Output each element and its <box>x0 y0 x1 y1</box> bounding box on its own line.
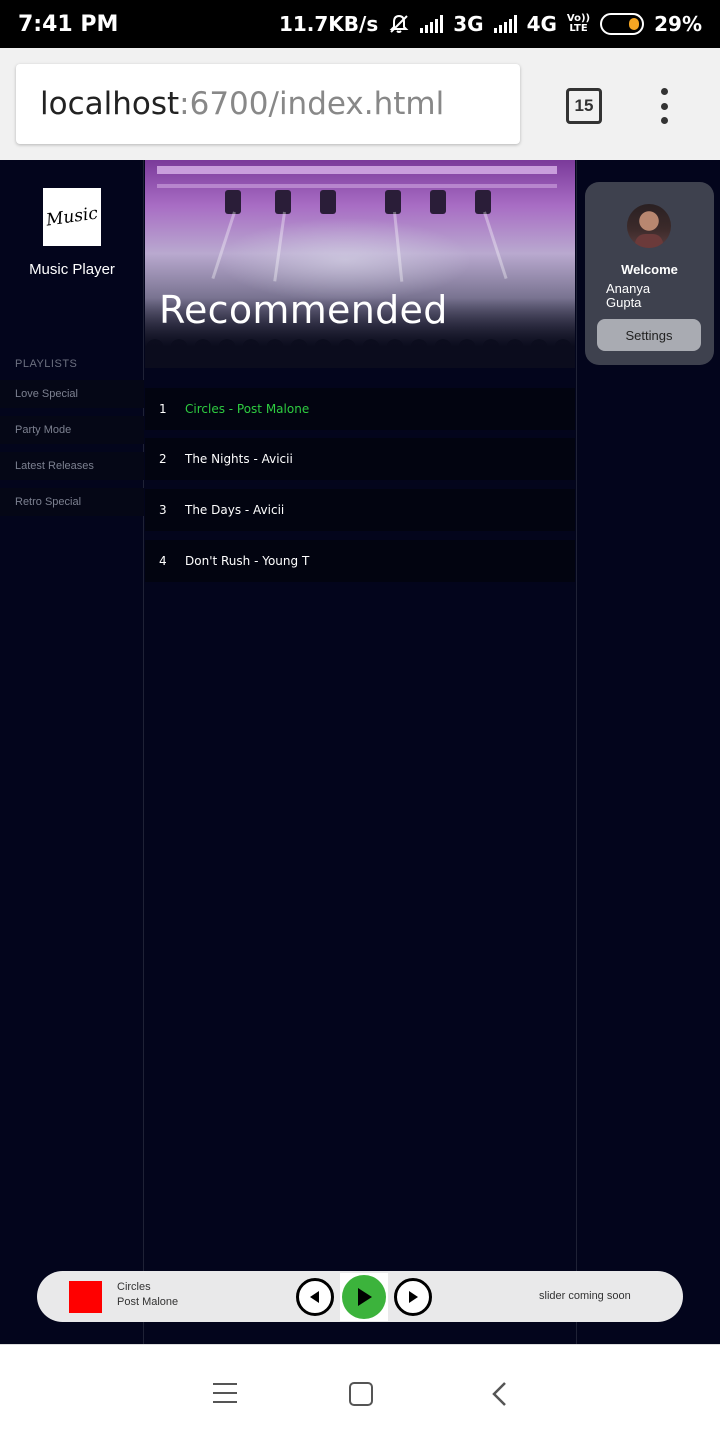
stage-light <box>430 190 446 214</box>
light-beam <box>483 211 508 280</box>
signal-icon <box>420 15 444 33</box>
url-host: localhost <box>40 86 180 122</box>
tabs-icon[interactable]: 15 <box>566 88 602 124</box>
user-last-name: Gupta <box>606 295 642 310</box>
track-title: The Days - Avicii <box>185 503 285 517</box>
slider-placeholder: slider coming soon <box>539 1290 631 1302</box>
next-button[interactable] <box>394 1278 432 1316</box>
play-icon <box>358 1288 372 1306</box>
back-icon[interactable] <box>490 1381 510 1407</box>
battery-percent: 29% <box>654 12 702 36</box>
network-type-1: 3G <box>453 12 484 36</box>
main-content: Recommended 1 Circles - Post Malone 2 Th… <box>145 160 575 1344</box>
stage-truss <box>157 166 557 174</box>
stage-light <box>275 190 291 214</box>
now-playing-title: Circles <box>117 1281 151 1293</box>
album-cover <box>69 1281 102 1313</box>
stage-light <box>225 190 241 214</box>
status-bar: 7:41 PM 11.7KB/s 3G 4G Vo)) LTE 29% <box>0 0 720 48</box>
hero-banner: Recommended <box>145 160 575 368</box>
playlist-label: Retro Special <box>15 496 82 508</box>
track-title: Don't Rush - Young T <box>185 554 310 568</box>
signal-icon <box>493 15 517 33</box>
user-name: Ananya Gupta <box>606 282 696 310</box>
volte-bottom: LTE <box>569 23 588 34</box>
stage-light <box>320 190 336 214</box>
right-panel: Welcome Ananya Gupta Settings <box>576 160 720 1344</box>
system-nav-bar <box>0 1344 720 1440</box>
previous-button[interactable] <box>296 1278 334 1316</box>
app-name: Music Player <box>29 261 115 278</box>
track-title: The Nights - Avicii <box>185 452 293 466</box>
track-row-2[interactable]: 2 The Nights - Avicii <box>145 438 575 480</box>
playlist-label: Love Special <box>15 388 78 400</box>
playlist-item-love-special[interactable]: Love Special <box>0 380 144 408</box>
light-beam <box>211 211 236 280</box>
track-number: 4 <box>159 554 167 568</box>
light-beam <box>273 211 286 282</box>
volte-indicator: Vo)) LTE <box>567 14 590 34</box>
battery-icon <box>600 13 645 35</box>
playlists-header: PLAYLISTS <box>15 358 78 370</box>
now-playing-artist: Post Malone <box>117 1296 179 1308</box>
stage-light <box>475 190 491 214</box>
sidebar: Music Music Player PLAYLISTS Love Specia… <box>0 160 144 1344</box>
track-number: 3 <box>159 503 167 517</box>
track-row-4[interactable]: 4 Don't Rush - Young T <box>145 540 575 582</box>
logo-text: Music <box>44 203 100 231</box>
page-title: Recommended <box>159 288 448 332</box>
network-type-2: 4G <box>526 12 557 36</box>
playlist-label: Party Mode <box>15 424 72 436</box>
play-button[interactable] <box>340 1273 388 1321</box>
welcome-label: Welcome <box>621 262 678 277</box>
player-bar: Circles Post Malone slider coming soon <box>37 1271 683 1322</box>
settings-button[interactable]: Settings <box>597 319 701 351</box>
user-first-name: Ananya <box>606 281 651 296</box>
status-time: 7:41 PM <box>18 11 119 37</box>
network-speed: 11.7KB/s <box>278 12 379 36</box>
profile-card: Welcome Ananya Gupta Settings <box>585 182 714 365</box>
tab-count: 15 <box>574 96 594 115</box>
track-row-1[interactable]: 1 Circles - Post Malone <box>145 388 575 430</box>
playlist-item-latest-releases[interactable]: Latest Releases <box>0 452 144 480</box>
playlist-label: Latest Releases <box>15 460 94 472</box>
browser-toolbar: localhost:6700/index.html 15 <box>0 48 720 160</box>
track-number: 2 <box>159 452 167 466</box>
url-path: :6700/index.html <box>179 86 445 122</box>
track-title: Circles - Post Malone <box>185 402 310 416</box>
next-icon <box>409 1291 418 1303</box>
app-logo[interactable]: Music <box>43 188 101 246</box>
play-circle <box>342 1275 386 1319</box>
light-beam <box>393 211 404 282</box>
playlist-item-party-mode[interactable]: Party Mode <box>0 416 144 444</box>
previous-icon <box>310 1291 319 1303</box>
kebab-menu-icon[interactable] <box>658 88 670 124</box>
menu-icon[interactable] <box>213 1383 237 1403</box>
url-bar[interactable]: localhost:6700/index.html <box>16 64 520 144</box>
track-row-3[interactable]: 3 The Days - Avicii <box>145 489 575 531</box>
music-app: Music Music Player PLAYLISTS Love Specia… <box>0 160 720 1344</box>
track-number: 1 <box>159 402 167 416</box>
stage-light <box>385 190 401 214</box>
home-icon[interactable] <box>349 1382 373 1406</box>
stage-truss <box>157 184 557 188</box>
avatar[interactable] <box>627 204 671 248</box>
status-right: 11.7KB/s 3G 4G Vo)) LTE 29% <box>279 12 702 36</box>
muted-bell-icon <box>389 14 409 33</box>
playlist-item-retro-special[interactable]: Retro Special <box>0 488 144 516</box>
